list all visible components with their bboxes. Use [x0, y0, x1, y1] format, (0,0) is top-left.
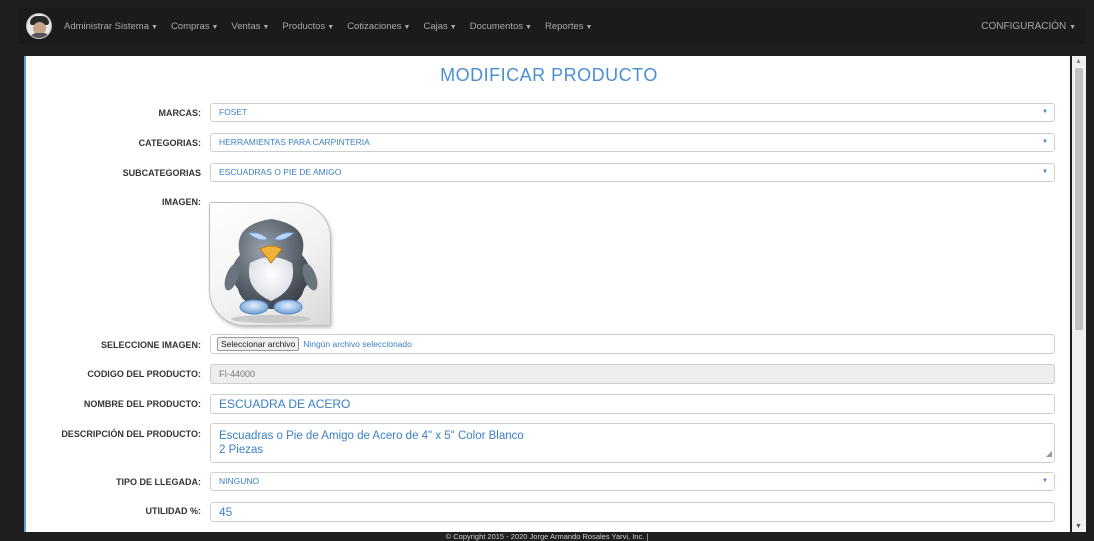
- descripcion-line-1: Escuadras o Pie de Amigo de Acero de 4" …: [219, 430, 524, 442]
- seleccione-imagen-label: SELECCIONE IMAGEN:: [100, 340, 201, 350]
- caret-down-icon: ▼: [403, 23, 411, 31]
- user-avatar[interactable]: [26, 13, 52, 39]
- caret-down-icon: ▼: [1069, 23, 1076, 31]
- scroll-up-icon[interactable]: ▲: [1075, 58, 1082, 65]
- choose-file-button[interactable]: Seleccionar archivo: [217, 337, 300, 351]
- categorias-select[interactable]: HERRAMIENTAS PARA CARPINTERIA ▼: [210, 133, 1055, 152]
- descripcion-line-2: 2 Piezas: [219, 444, 264, 456]
- top-navbar: Administrar Sistema ▼ Compras ▼ Ventas ▼ Pr…: [18, 8, 1086, 44]
- codigo-label: CODIGO DEL PRODUCTO:: [87, 369, 201, 379]
- file-status: Ningún archivo seleccionado: [303, 339, 412, 349]
- nav-reportes[interactable]: Reportes ▼: [545, 21, 593, 32]
- imagen-label: IMAGEN:: [162, 197, 201, 207]
- chevron-down-icon: ▼: [1042, 169, 1048, 175]
- nav-label: Cotizaciones: [347, 20, 402, 32]
- nombre-field[interactable]: ESCUADRA DE ACERO: [210, 394, 1055, 414]
- nav-label: Reportes: [544, 20, 584, 32]
- caret-down-icon: ▼: [211, 23, 219, 31]
- nav-cajas[interactable]: Cajas ▼: [423, 21, 456, 32]
- footer-copyright: © Copyright 2015 - 2020 Jorge Armando Ro…: [445, 532, 649, 541]
- codigo-field: FI-44000: [210, 364, 1055, 384]
- marcas-label: MARCAS:: [158, 108, 202, 118]
- caret-down-icon: ▼: [262, 23, 270, 31]
- subcategorias-select[interactable]: ESCUADRAS O PIE DE AMIGO ▼: [210, 163, 1055, 182]
- subcategorias-label: SUBCATEGORIAS: [122, 168, 201, 178]
- vertical-scrollbar[interactable]: ▲ ▼: [1072, 56, 1086, 532]
- caret-down-icon: ▼: [525, 23, 532, 31]
- marcas-value: FOSET: [219, 107, 248, 117]
- descripcion-textarea[interactable]: Escuadras o Pie de Amigo de Acero de 4" …: [210, 423, 1055, 463]
- nav-label: Ventas: [231, 20, 261, 32]
- nav-administrar-sistema[interactable]: Administrar Sistema ▼: [64, 21, 158, 32]
- page-title: MODIFICAR PRODUCTO: [440, 65, 658, 85]
- chevron-down-icon: ▼: [1042, 478, 1048, 484]
- utilidad-label: UTILIDAD %:: [145, 506, 202, 516]
- nav-documentos[interactable]: Documentos ▼: [470, 21, 532, 32]
- nav-label: Compras: [170, 20, 210, 32]
- caret-down-icon: ▼: [327, 23, 335, 31]
- content-panel: MODIFICAR PRODUCTO MARCAS: FOSET ▼ CATEGO…: [24, 56, 1070, 532]
- file-input[interactable]: Seleccionar archivo Ningún archivo selec…: [210, 334, 1055, 354]
- utilidad-field[interactable]: 45: [210, 502, 1055, 522]
- nav-configuracion[interactable]: CONFIGURACIÓN ▼: [981, 21, 1076, 32]
- product-image: [209, 202, 331, 326]
- nav-ventas[interactable]: Ventas ▼: [231, 21, 269, 32]
- chevron-down-icon: ▼: [1042, 139, 1048, 145]
- caret-down-icon: ▼: [449, 23, 457, 31]
- chevron-down-icon: ▼: [1042, 109, 1048, 115]
- nav-label: Administrar Sistema: [64, 20, 149, 32]
- categorias-value: HERRAMIENTAS PARA CARPINTERIA: [219, 137, 370, 147]
- resize-grip-icon[interactable]: ◢: [1046, 447, 1052, 461]
- app-window: Administrar Sistema ▼ Compras ▼ Ventas ▼ Pr…: [0, 0, 1094, 541]
- tipo-llegada-value: NINGUNO: [219, 476, 260, 486]
- marcas-select[interactable]: FOSET ▼: [210, 103, 1055, 122]
- penguin-icon: [224, 219, 318, 323]
- nav-label: Cajas: [423, 20, 448, 32]
- nav-cotizaciones[interactable]: Cotizaciones ▼: [347, 21, 410, 32]
- categorias-label: CATEGORIAS:: [138, 138, 201, 148]
- nav-label: CONFIGURACIÓN: [981, 20, 1067, 32]
- subcategorias-value: ESCUADRAS O PIE DE AMIGO: [219, 167, 342, 177]
- nav-label: Documentos: [469, 20, 524, 32]
- tipo-llegada-select[interactable]: NINGUNO ▼: [210, 472, 1055, 491]
- scroll-thumb[interactable]: [1075, 68, 1083, 330]
- caret-down-icon: ▼: [151, 23, 158, 31]
- nav-label: Productos: [282, 20, 326, 32]
- nav-compras[interactable]: Compras ▼: [171, 21, 218, 32]
- nav-productos[interactable]: Productos ▼: [282, 21, 334, 32]
- scroll-down-icon[interactable]: ▼: [1075, 523, 1082, 530]
- nombre-label: NOMBRE DEL PRODUCTO:: [83, 399, 201, 409]
- descripcion-label: DESCRIPCIÓN DEL PRODUCTO:: [61, 429, 201, 439]
- caret-down-icon: ▼: [585, 23, 593, 31]
- tipo-llegada-label: TIPO DE LLEGADA:: [116, 477, 201, 487]
